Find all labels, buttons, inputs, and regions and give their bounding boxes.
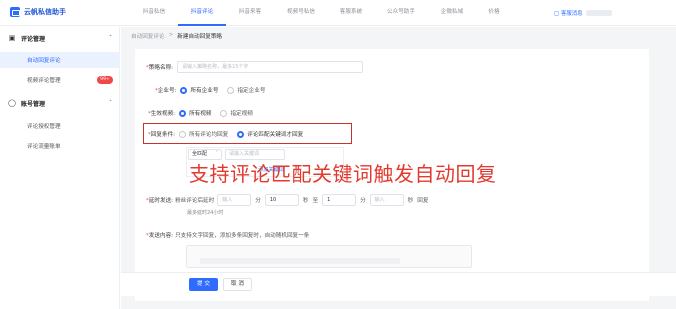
- promo-overlay-text: 支持评论匹配关键词触发自动回复: [189, 162, 497, 186]
- unit-min-2: 分: [360, 198, 366, 204]
- delay-input-2[interactable]: 10: [264, 194, 299, 206]
- bell-icon: ◻: [554, 9, 559, 17]
- strategy-name-row: *策略名称: 请输入策略名称，最多15个字: [146, 61, 364, 73]
- unit-sec-1: 秒: [302, 198, 309, 204]
- sidebar-item-auth[interactable]: 评论授权管理: [0, 118, 120, 134]
- chevron-up-icon: ˆ: [109, 34, 112, 42]
- nav-douyin-message[interactable]: 抖音私信: [130, 0, 178, 26]
- radio-specific-enterprise[interactable]: 指定企业号: [227, 86, 265, 94]
- sidebar-group-label: 评论管理: [21, 35, 46, 43]
- content-label: *发送内容:: [146, 233, 174, 239]
- sidebar-item-video-comments[interactable]: 视频评论管理 99+: [0, 72, 120, 88]
- range-to: 至: [312, 198, 319, 204]
- delay-label: *延时发送:: [146, 198, 174, 204]
- delay-suffix: 回复: [417, 198, 429, 204]
- breadcrumb-parent[interactable]: 自动回复评论: [131, 32, 165, 40]
- nav-channels-message[interactable]: 视频号私信: [274, 0, 328, 26]
- enterprise-row: *企业号: 所有企业号 指定企业号: [155, 84, 274, 96]
- chevron-up-icon: ˆ: [109, 99, 112, 107]
- radio-all-videos[interactable]: 所有视频: [179, 109, 211, 117]
- nav-cs-system[interactable]: 客服系统: [328, 0, 374, 26]
- sidebar-group-label: 账号管理: [21, 100, 46, 108]
- submit-button[interactable]: 提 交: [189, 278, 218, 291]
- comment-icon: ▣: [8, 34, 16, 42]
- message-center[interactable]: ◻ 客服消息: [554, 8, 612, 18]
- sidebar-group-comment[interactable]: ▣ 评论管理 ˆ: [0, 30, 120, 46]
- shield-icon: ◯: [8, 99, 16, 107]
- unit-sec-2: 秒: [407, 198, 414, 204]
- radio-all-enterprise[interactable]: 所有企业号: [180, 86, 218, 94]
- content-row: *发送内容: 只支持文字回复，添加多条回复时，自动随机回复一条: [146, 229, 309, 241]
- condition-row: *回复条件: 所有评论均回复 评论匹配关键词才回复: [148, 128, 312, 140]
- strategy-name-label: *策略名称:: [146, 65, 174, 71]
- textarea-placeholder-redacted: [200, 258, 400, 264]
- user-name-redacted: [585, 10, 612, 16]
- app-logo[interactable]: 云帆私信助手: [10, 7, 66, 17]
- delay-input-3[interactable]: 1: [322, 194, 357, 206]
- sidebar-group-account[interactable]: ◯ 账号管理 ˆ: [0, 95, 120, 111]
- unread-badge: 99+: [97, 76, 113, 84]
- nav-official-account[interactable]: 公众号助手: [374, 0, 428, 26]
- video-row: *生效视频: 所有视频 指定视频: [148, 107, 262, 119]
- nav-wecom[interactable]: 企微私域: [428, 0, 476, 26]
- message-label: 客服消息: [560, 11, 583, 17]
- enterprise-label: *企业号:: [155, 88, 177, 94]
- cancel-button[interactable]: 取 消: [223, 278, 252, 291]
- sidebar-item-auto-reply[interactable]: 自动回复评论: [0, 52, 120, 68]
- radio-specific-videos[interactable]: 指定视频: [220, 109, 253, 117]
- condition-label: *回复条件:: [148, 132, 176, 138]
- radio-all-comments[interactable]: 所有评论均回复: [179, 130, 228, 138]
- unit-min-1: 分: [255, 198, 261, 204]
- top-navbar: 云帆私信助手 抖音私信 抖音评论 抖音来客 视频号私信 客服系统 公众号助手 企…: [0, 0, 676, 26]
- breadcrumb-current: 新建自动回复策略: [177, 34, 223, 40]
- delay-input-4[interactable]: 输入: [369, 194, 404, 206]
- reply-content-textarea[interactable]: [186, 245, 472, 268]
- delay-prefix: 粉丝评论后延时: [175, 198, 215, 204]
- delay-input-1[interactable]: 输入: [217, 194, 252, 206]
- delay-hint: 最多延时24小时: [187, 210, 224, 216]
- top-nav: 抖音私信 抖音评论 抖音来客 视频号私信 客服系统 公众号助手 企微私域 价格: [130, 0, 512, 26]
- breadcrumb: 自动回复评论 > 新建自动回复策略: [131, 32, 222, 40]
- strategy-name-input[interactable]: 请输入策略名称，最多15个字: [177, 61, 364, 73]
- delay-row: *延时发送: 粉丝评论后延时 输入 分 10 秒 至 1 分 输入 秒 回复: [146, 194, 428, 206]
- breadcrumb-separator: >: [168, 32, 174, 38]
- sidebar: ▣ 评论管理 ˆ 自动回复评论 视频评论管理 99+ ◯ 账号管理 ˆ 评论授权…: [0, 27, 120, 309]
- nav-pricing[interactable]: 价格: [476, 0, 512, 26]
- video-label: *生效视频:: [148, 111, 176, 117]
- content-desc: 只支持文字回复，添加多条回复时，自动随机回复一条: [175, 233, 310, 239]
- app-name: 云帆私信助手: [24, 8, 66, 16]
- nav-douyin-laike[interactable]: 抖音来客: [226, 0, 274, 26]
- form-footer: 提 交 取 消: [121, 272, 676, 296]
- sidebar-item-billing[interactable]: 评论流量账单: [0, 138, 120, 154]
- nav-douyin-comment[interactable]: 抖音评论: [178, 0, 226, 26]
- logo-icon: [10, 7, 20, 17]
- radio-keyword-match[interactable]: 评论匹配关键词才回复: [237, 130, 303, 138]
- sidebar-item-label: 视频评论管理: [27, 78, 61, 84]
